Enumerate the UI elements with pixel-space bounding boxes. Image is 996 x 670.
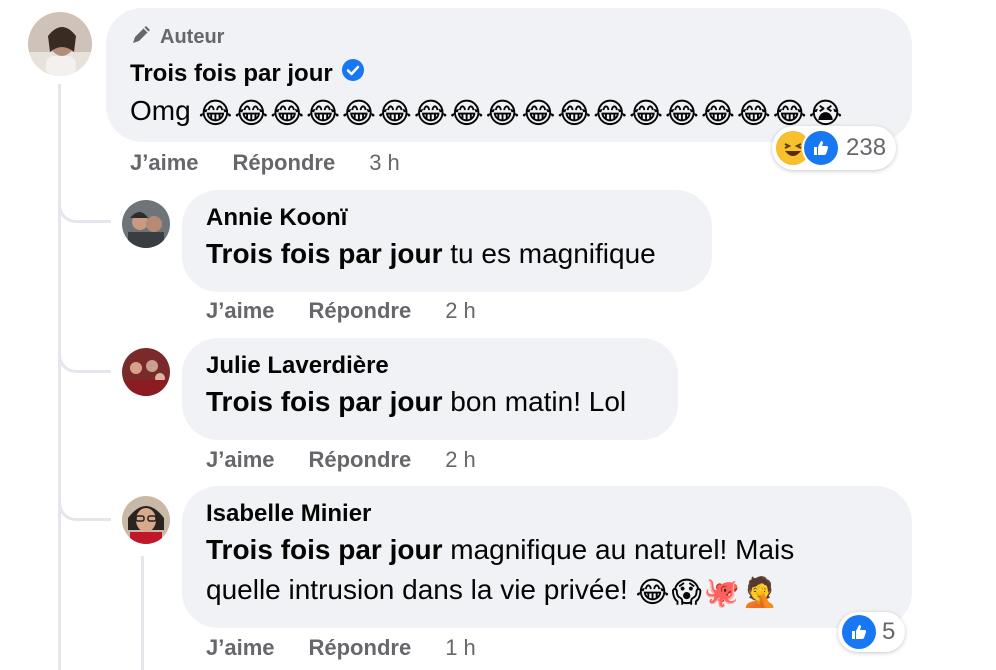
emoji-6: 😂: [413, 95, 448, 130]
mention-link[interactable]: Trois fois par jour: [206, 534, 442, 565]
mention-link[interactable]: Trois fois par jour: [206, 238, 442, 269]
reply-text-line2: quelle intrusion dans la vie privée!: [206, 574, 636, 605]
reaction-count: 238: [846, 134, 887, 161]
emoji-5: 😂: [377, 95, 412, 130]
thread-connector-3: [58, 488, 111, 521]
emoji-3: 🤦: [741, 574, 778, 609]
comment-author-name[interactable]: Trois fois par jour: [130, 60, 333, 88]
reply-2-bubble: Julie Laverdière Trois fois par jour bon…: [182, 338, 678, 440]
thread-line-main: [58, 84, 61, 670]
comment-emojis: 😂 😂 😂 😂 😂 😂 😂 😂 😂 😂 😂 😂 😂 😂 😂 😂 😂 😭: [198, 96, 842, 130]
emoji-3: 😂: [306, 95, 341, 130]
reply-3-reactions-summary[interactable]: 5: [838, 612, 906, 652]
emoji-4: 😂: [342, 95, 376, 130]
reply-text-body: bon matin! Lol: [442, 386, 627, 417]
emoji-14: 😂: [700, 95, 735, 130]
pencil-icon: [130, 22, 154, 52]
avatar-reply-1[interactable]: [122, 200, 170, 248]
reply-button[interactable]: Répondre: [309, 447, 412, 473]
reply-author-name[interactable]: Annie Koonï: [206, 204, 688, 232]
emoji-10: 😂: [557, 95, 592, 130]
reaction-count: 5: [882, 618, 896, 645]
like-button[interactable]: J’aime: [206, 447, 275, 473]
reply-text: Trois fois par jour bon matin! Lol: [206, 382, 654, 422]
main-comment-actions: J’aime Répondre 3 h: [130, 150, 400, 176]
avatar-reply-2[interactable]: [122, 348, 170, 396]
like-button[interactable]: J’aime: [130, 150, 199, 176]
emoji-16: 😂: [772, 95, 807, 130]
verified-badge-icon: [341, 58, 365, 89]
emoji-1: 😱: [671, 574, 702, 609]
emoji-15: 😂: [736, 95, 771, 130]
emoji-11: 😂: [593, 95, 628, 130]
reply-button[interactable]: Répondre: [233, 150, 336, 176]
reply-author-name[interactable]: Julie Laverdière: [206, 352, 654, 380]
timestamp[interactable]: 3 h: [369, 150, 400, 176]
comment-text-body: Omg: [130, 95, 191, 126]
like-reaction-icon: [802, 129, 840, 167]
like-button[interactable]: J’aime: [206, 298, 275, 324]
reply-text: Trois fois par jour magnifique au nature…: [206, 530, 888, 610]
emoji-1: 😂: [234, 95, 269, 130]
emoji-7: 😂: [449, 95, 484, 130]
emoji-2: 🐙: [703, 574, 740, 609]
like-button[interactable]: J’aime: [206, 635, 275, 661]
reply-text-body: tu es magnifique: [442, 238, 656, 269]
emoji-12: 😂: [629, 95, 664, 130]
emoji-13: 😂: [665, 95, 699, 130]
reply-button[interactable]: Répondre: [309, 635, 412, 661]
reply-text-line1: magnifique au naturel! Mais: [442, 534, 795, 565]
reply-3-bubble: Isabelle Minier Trois fois par jour magn…: [182, 486, 912, 628]
avatar-reply-3[interactable]: [122, 496, 170, 544]
emoji-9: 😂: [521, 95, 556, 130]
reply-button[interactable]: Répondre: [309, 298, 412, 324]
emoji-0: 😂: [635, 574, 670, 609]
timestamp[interactable]: 2 h: [445, 447, 476, 473]
author-badge-label: Auteur: [160, 25, 225, 48]
timestamp[interactable]: 1 h: [445, 635, 476, 661]
main-comment-bubble: Auteur Trois fois par jour Omg 😂 😂 😂 😂 😂 😂 😂 😂 😂…: [106, 8, 912, 142]
author-badge: Auteur: [130, 22, 888, 52]
timestamp[interactable]: 2 h: [445, 298, 476, 324]
like-reaction-icon: [842, 615, 876, 649]
avatar-main-author[interactable]: [28, 12, 92, 76]
reply-1-actions: J’aime Répondre 2 h: [206, 298, 476, 324]
thread-connector-2: [58, 340, 111, 373]
comment-text: Omg 😂 😂 😂 😂 😂 😂 😂 😂 😂 😂 😂 😂 😂 😂 😂 😂 😂 😭: [130, 91, 888, 131]
emoji-0: 😂: [198, 95, 233, 130]
emoji-17: 😭: [808, 95, 843, 130]
reply-1-bubble: Annie Koonï Trois fois par jour tu es ma…: [182, 190, 712, 292]
emoji-2: 😂: [270, 95, 305, 130]
thread-connector-1: [58, 190, 111, 223]
reply-text: Trois fois par jour tu es magnifique: [206, 234, 688, 274]
emoji-8: 😂: [485, 95, 520, 130]
reply-3-actions: J’aime Répondre 1 h: [206, 635, 476, 661]
reply-emojis: 😂 😱 🐙 🤦: [636, 575, 778, 609]
comment-author: Trois fois par jour: [130, 58, 888, 89]
main-reactions-summary[interactable]: 238: [772, 126, 897, 170]
reply-author-name[interactable]: Isabelle Minier: [206, 500, 888, 528]
thread-line-sub: [141, 556, 144, 670]
reply-2-actions: J’aime Répondre 2 h: [206, 447, 476, 473]
mention-link[interactable]: Trois fois par jour: [206, 386, 442, 417]
